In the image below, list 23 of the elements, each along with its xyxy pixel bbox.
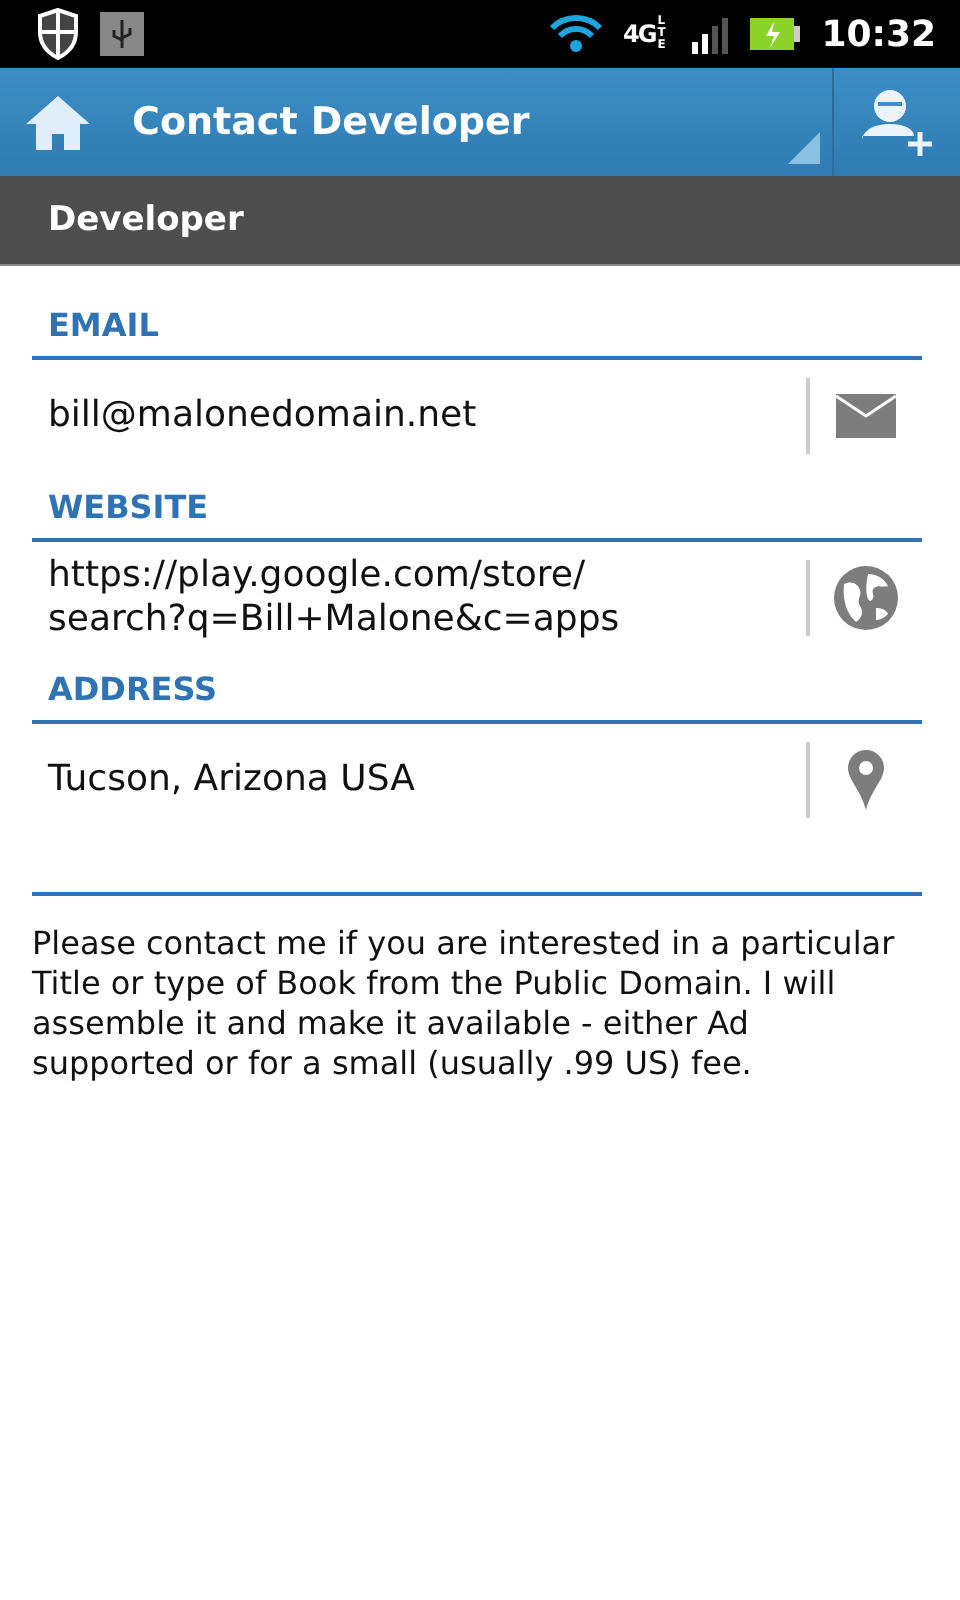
usb-icon xyxy=(100,12,144,56)
clock-time: 10:32 xyxy=(821,13,936,55)
field-value[interactable]: Tucson, Arizona USA xyxy=(32,758,806,802)
corner-triangle-icon xyxy=(788,132,820,164)
shield-icon xyxy=(36,8,80,60)
home-button[interactable] xyxy=(24,92,92,152)
field-label: ADDRESS xyxy=(32,654,922,724)
house-icon xyxy=(24,92,92,152)
field-label: WEBSITE xyxy=(32,472,922,542)
field-value[interactable]: https://play.google.com/store/ search?q=Bill+Malone&c=apps xyxy=(32,554,806,642)
description-text: Please contact me if you are interested in a particular Title or type of Book from the Public Domain. I will assemble it and make it available - either Ad supported or for a small (usually .99 US) fee. xyxy=(32,924,897,1084)
field-value[interactable]: bill@malonedomain.net xyxy=(32,394,806,438)
envelope-icon xyxy=(836,394,896,438)
person-plus-icon xyxy=(861,86,933,158)
battery-charging-icon xyxy=(749,14,802,54)
field-label: EMAIL xyxy=(32,290,922,360)
section-header: Developer xyxy=(48,200,244,240)
screen-title: Contact Developer xyxy=(132,100,532,144)
signal-icon xyxy=(689,14,730,54)
network-type: 4G xyxy=(623,20,656,48)
map-pin-icon xyxy=(846,750,886,810)
globe-icon xyxy=(832,564,900,632)
wifi-icon xyxy=(547,14,603,54)
